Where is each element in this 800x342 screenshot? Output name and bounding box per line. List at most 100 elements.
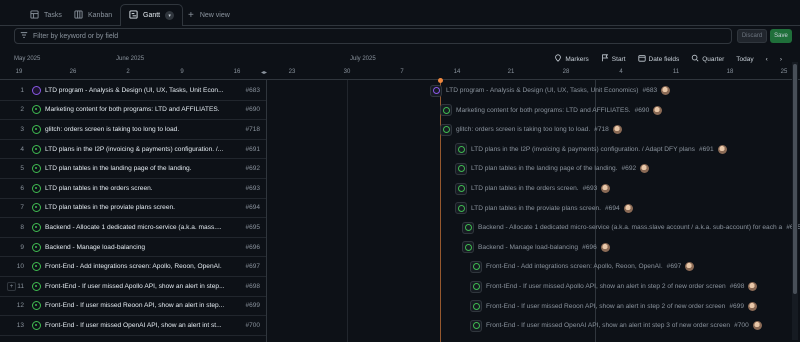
date-fields-label: Date fields	[648, 55, 680, 63]
zoom-button[interactable]: Quarter	[691, 54, 724, 64]
filter-input[interactable]: Filter by keyword or by field	[14, 28, 732, 44]
gantt-bar[interactable]: LTD program - Analysis & Design (UI, UX,…	[430, 83, 671, 98]
avatar[interactable]	[661, 86, 671, 95]
row-number: 11	[17, 282, 24, 290]
resize-handle-icon[interactable]: ◂▸	[261, 69, 267, 76]
avatar[interactable]	[623, 203, 633, 213]
avatar[interactable]	[653, 105, 663, 115]
tab-gantt[interactable]: Gantt ▾	[120, 4, 184, 26]
issue-number: #692	[245, 165, 260, 173]
gantt-bar[interactable]: Front-End - If user missed OpenAI API, s…	[470, 318, 762, 333]
row-title[interactable]: LTD plan tables in the orders screen.	[45, 185, 243, 192]
issue-number: #699	[245, 302, 260, 310]
chevron-left-icon[interactable]: ‹	[766, 56, 768, 63]
day-label: 2	[126, 69, 130, 75]
chevron-right-icon[interactable]: ›	[780, 56, 782, 63]
bar-title: LTD plan tables in the landing page of t…	[471, 165, 618, 173]
issue-number: #695	[245, 223, 260, 231]
table-row[interactable]: 7 LTD plan tables in the proviate plans s…	[0, 199, 266, 219]
table-row[interactable]: 2 Marketing content for both programs: LT…	[0, 101, 266, 121]
avatar[interactable]	[640, 164, 650, 174]
row-title[interactable]: Front-End - If user missed Reoon API, sh…	[45, 302, 243, 309]
add-item-button[interactable]: +	[7, 282, 16, 291]
gantt-bar[interactable]: glitch: orders screen is taking too long…	[440, 122, 622, 137]
bar-issue-number: #694	[605, 204, 620, 212]
table-row[interactable]: 6 LTD plan tables in the orders screen. #6…	[0, 179, 266, 199]
issue-open-icon	[32, 301, 41, 311]
vertical-scrollbar[interactable]	[792, 62, 798, 340]
table-row[interactable]: 9 Backend - Manage load-balancing #696	[0, 238, 266, 258]
table-row[interactable]: 13 Front-End - If user missed OpenAI API,…	[0, 316, 266, 336]
gantt-bar[interactable]: LTD plan tables in the orders screen. #69…	[455, 181, 611, 196]
zoom-label: Quarter	[702, 55, 725, 63]
month-label: May 2025	[14, 56, 41, 62]
gantt-bar[interactable]: Backend - Allocate 1 dedicated micro-ser…	[462, 220, 800, 235]
table-row[interactable]: 1 LTD program - Analysis & Design (UI, UX…	[0, 81, 266, 101]
bar-issue-number: #683	[642, 87, 658, 94]
day-label: 23	[288, 69, 296, 75]
table-row[interactable]: 3 glitch: orders screen is taking too lon…	[0, 120, 266, 140]
month-label: June 2025	[116, 56, 145, 62]
issue-number: #700	[245, 321, 260, 329]
tab-kanban[interactable]: Kanban	[66, 5, 120, 25]
row-title[interactable]: LTD plan tables in the proviate plans sc…	[45, 204, 243, 211]
table-row[interactable]: 8 Backend - Allocate 1 dedicated micro-se…	[0, 218, 266, 238]
bar-title: Marketing content for both programs: LTD…	[456, 106, 631, 114]
bar-issue-number: #697	[666, 263, 682, 271]
day-label: 9	[180, 69, 184, 75]
day-label: 21	[507, 69, 515, 75]
row-title[interactable]: Marketing content for both programs: LTD…	[45, 106, 243, 113]
avatar[interactable]	[612, 125, 622, 135]
gantt-bar[interactable]: Front-tEnd - If user missed Apollo API, …	[470, 279, 758, 294]
avatar[interactable]	[748, 282, 758, 291]
row-title[interactable]: glitch: orders screen is taking too long…	[45, 126, 243, 133]
avatar[interactable]	[600, 242, 610, 252]
timeline-header: May 2025 June 2025 July 2025 Markers Sta…	[0, 52, 800, 80]
avatar[interactable]	[717, 144, 727, 154]
gantt-bar[interactable]: LTD plans in the I2P (invoicing & paymen…	[455, 142, 727, 157]
row-title[interactable]: Front-End - If user missed OpenAI API, s…	[45, 322, 243, 329]
pane-divider[interactable]	[266, 80, 267, 342]
avatar[interactable]	[601, 184, 611, 193]
gantt-bar[interactable]: Front-End - If user missed Reoon API, sh…	[470, 299, 757, 314]
gantt-bar[interactable]: Front-End - Add integrations screen: Apo…	[470, 259, 695, 274]
row-title[interactable]: Front-End - Add integrations screen: Apo…	[45, 263, 243, 270]
row-title[interactable]: Front-tEnd - If user missed Apollo API, …	[45, 283, 243, 290]
chevron-down-icon[interactable]: ▾	[165, 11, 175, 20]
avatar[interactable]	[752, 321, 762, 331]
gantt-bar[interactable]: LTD plan tables in the landing page of t…	[455, 161, 650, 176]
row-title[interactable]: LTD program - Analysis & Design (UI, UX,…	[45, 87, 243, 94]
issue-open-icon	[462, 241, 474, 254]
discard-button[interactable]: Discard	[737, 29, 767, 43]
row-title[interactable]: Backend - Allocate 1 dedicated micro-ser…	[45, 224, 243, 231]
scrollbar-thumb[interactable]	[793, 64, 797, 294]
table-row[interactable]: 4 LTD plans in the I2P (invoicing & payme…	[0, 140, 266, 160]
tab-label: Kanban	[88, 11, 113, 19]
today-button[interactable]: Today	[736, 56, 753, 63]
issue-open-icon	[455, 143, 467, 156]
row-number: 1	[20, 86, 24, 94]
new-view-button[interactable]: + New view	[188, 5, 230, 25]
save-button[interactable]: Save	[770, 29, 792, 43]
table-row[interactable]: 10 Front-End - Add integrations screen: A…	[0, 257, 266, 277]
avatar[interactable]	[685, 262, 695, 272]
table-row[interactable]: 12 Front-End - If user missed Reoon API, …	[0, 297, 266, 317]
table-row[interactable]: 11 Front-tEnd - If user missed Apollo API…	[0, 277, 266, 297]
issue-number: #718	[245, 125, 260, 133]
row-title[interactable]: LTD plan tables in the landing page of t…	[45, 165, 243, 172]
month-label: July 2025	[350, 56, 376, 62]
row-title[interactable]: LTD plans in the I2P (invoicing & paymen…	[45, 146, 243, 153]
gantt-bar[interactable]: Marketing content for both programs: LTD…	[440, 103, 663, 118]
row-title[interactable]: Backend - Manage load-balancing	[45, 244, 243, 251]
filter-icon	[20, 31, 28, 41]
issue-number: #696	[245, 243, 260, 251]
avatar[interactable]	[748, 301, 757, 311]
table-row[interactable]: 5 LTD plan tables in the landing page of …	[0, 159, 266, 179]
tab-tasks[interactable]: Tasks	[22, 5, 70, 25]
gantt-bar[interactable]: LTD plan tables in the proviate plans sc…	[455, 201, 633, 216]
row-number: 12	[16, 302, 24, 310]
start-button[interactable]: Start	[601, 54, 626, 64]
gantt-bar[interactable]: Backend - Manage load-balancing #696	[462, 240, 610, 255]
markers-button[interactable]: Markers	[554, 54, 589, 64]
date-fields-button[interactable]: Date fields	[637, 54, 680, 64]
